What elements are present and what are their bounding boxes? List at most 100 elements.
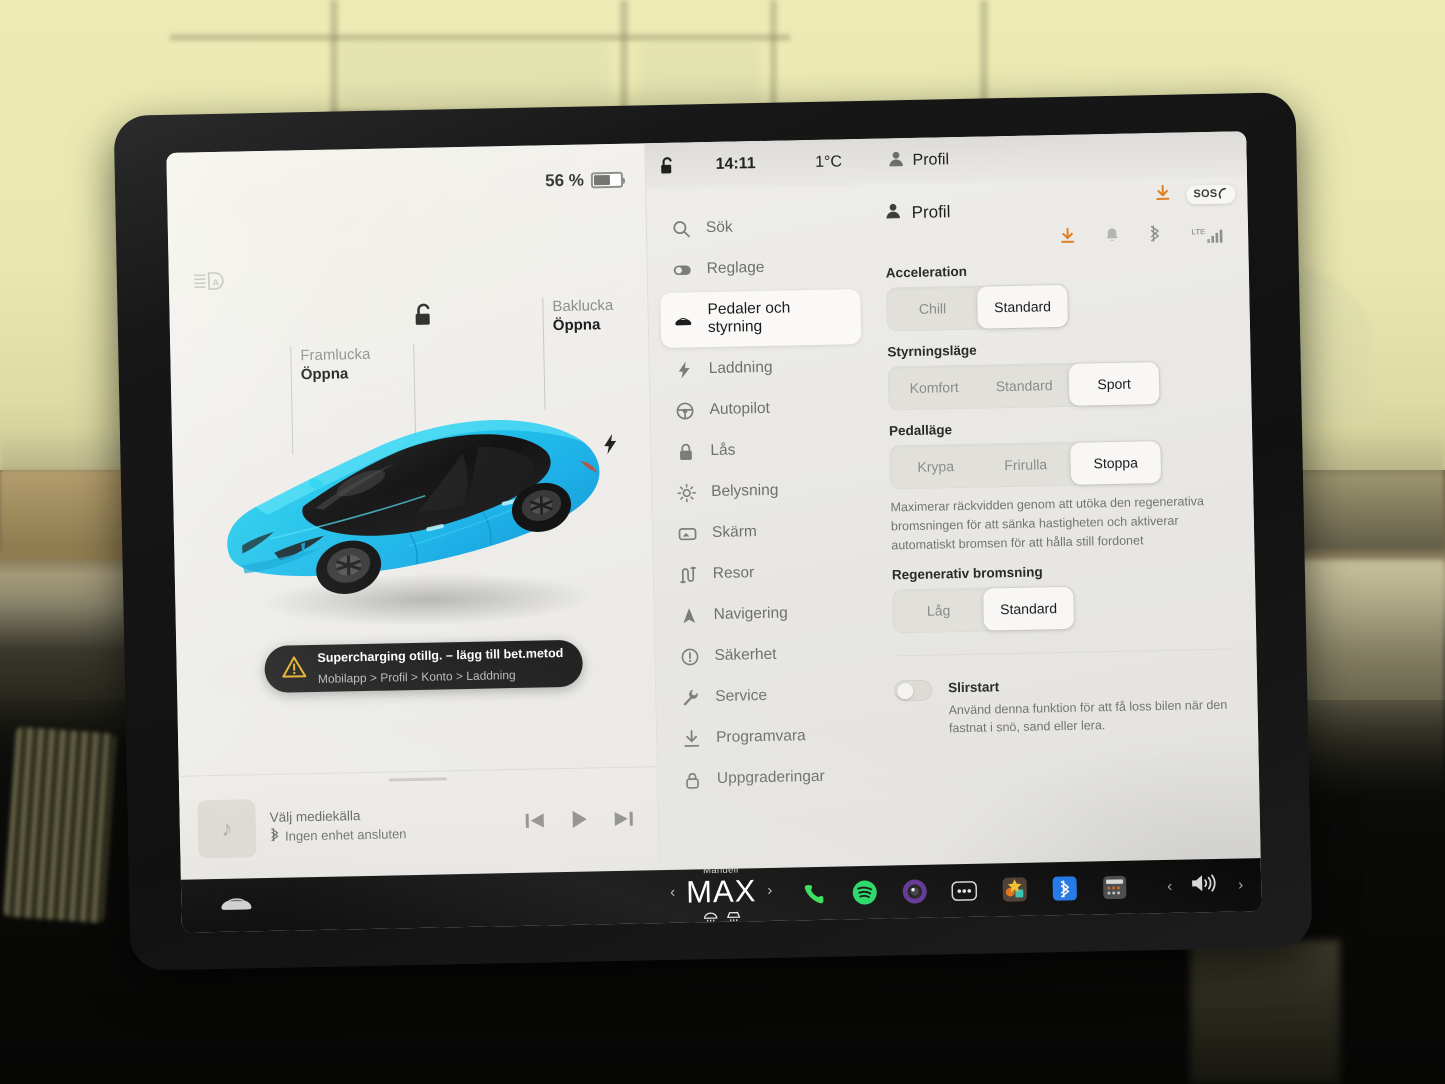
segment-option-låg[interactable]: Låg <box>893 589 984 633</box>
display-icon <box>677 524 697 543</box>
skip-previous-icon[interactable] <box>525 811 545 834</box>
segmented-control-0[interactable]: Chill Standard <box>886 283 1069 332</box>
notification-subtitle: Mobilapp > Profil > Konto > Laddning <box>317 667 516 686</box>
segmented-control-2[interactable]: Krypa Frirulla Stoppa <box>889 439 1163 490</box>
phone-app-icon[interactable] <box>801 880 828 907</box>
segment-option-chill[interactable]: Chill <box>887 287 978 331</box>
software-download-icon[interactable] <box>1060 227 1075 248</box>
segment-option-stoppa[interactable]: Stoppa <box>1070 441 1162 485</box>
toggle-icon <box>672 260 692 279</box>
front-trunk-action: Öppna <box>300 365 349 384</box>
volume-icon[interactable] <box>1190 872 1221 900</box>
sidebar-item-label: Skärm <box>711 523 757 541</box>
more-apps-icon[interactable] <box>951 877 978 904</box>
sidebar-item-label: Programvara <box>715 727 806 746</box>
tesla-touchscreen[interactable]: 56 % A Framlucka Öppna Baklucka Öppna Su… <box>166 131 1262 933</box>
padlock-icon <box>675 442 695 461</box>
climate-temperature[interactable]: MAX <box>686 873 757 909</box>
sidebar-item-resor[interactable]: Resor <box>665 553 866 594</box>
chevron-right-icon[interactable]: › <box>767 882 772 899</box>
connectivity-status-icons: LTE <box>885 224 1227 253</box>
sidebar-item-label: Navigering <box>713 604 788 623</box>
segment-option-frirulla[interactable]: Frirulla <box>980 443 1071 487</box>
sidebar-item-sök[interactable]: Sök <box>659 207 860 248</box>
bluetooth-icon[interactable] <box>1149 225 1161 247</box>
settings-sidebar[interactable]: Sök Reglage Pedaler och styrning Laddning Aut… <box>646 185 882 870</box>
sidebar-item-navigering[interactable]: Navigering <box>666 593 867 634</box>
volume-control[interactable]: ‹ › <box>1167 871 1244 900</box>
sidebar-item-programvara[interactable]: Programvara <box>669 716 870 757</box>
profile-name: Profil <box>912 151 950 169</box>
sidebar-item-skärm[interactable]: Skärm <box>665 512 866 553</box>
unlocked-padlock-icon[interactable] <box>645 156 687 176</box>
sidebar-item-säkerhet[interactable]: Säkerhet <box>667 634 868 675</box>
rear-defrost-icon[interactable] <box>702 909 718 927</box>
segment-option-krypa[interactable]: Krypa <box>890 445 981 489</box>
bluetooth-app-icon[interactable] <box>1051 875 1078 902</box>
media-device-text: Ingen enhet ansluten <box>284 826 407 844</box>
sidebar-item-laddning[interactable]: Laddning <box>661 348 862 389</box>
notification-toast[interactable]: Supercharging otillg. – lägg till bet.me… <box>264 639 584 694</box>
lte-signal-icon: LTE <box>1191 227 1223 244</box>
chevron-left-icon[interactable]: ‹ <box>670 884 675 901</box>
segment-option-komfort[interactable]: Komfort <box>889 366 980 410</box>
climate-control[interactable]: Manuell ‹ MAX › <box>670 864 773 928</box>
sidebar-item-service[interactable]: Service <box>668 675 869 716</box>
car-illustration[interactable] <box>209 382 634 640</box>
settings-sections[interactable]: Acceleration Chill Standard Styrningsläge Ko… <box>886 259 1235 634</box>
media-device-status: Ingen enhet ansluten <box>270 825 407 847</box>
skip-next-icon[interactable] <box>614 809 634 832</box>
sidebar-item-uppgraderingar[interactable]: Uppgraderingar <box>670 757 871 798</box>
sidebar-item-reglage[interactable]: Reglage <box>659 248 860 289</box>
sidebar-item-label: Autopilot <box>709 399 771 418</box>
chevron-right-icon[interactable]: › <box>1238 876 1243 893</box>
battery-status: 56 % <box>545 170 626 192</box>
segmented-control-3[interactable]: Låg Standard <box>892 586 1076 634</box>
warning-triangle-icon <box>281 655 307 683</box>
segment-option-standard[interactable]: Standard <box>979 364 1070 408</box>
charge-bolt-icon <box>604 434 618 460</box>
taskbar-app-icons[interactable]: ‹ › <box>801 871 1261 907</box>
music-note-icon[interactable]: ♪ <box>197 799 257 859</box>
spotify-app-icon[interactable] <box>851 879 878 906</box>
play-icon[interactable] <box>571 810 588 834</box>
sidebar-item-autopilot[interactable]: Autopilot <box>662 389 863 430</box>
rear-trunk-action: Öppna <box>552 316 601 335</box>
media-player-bar[interactable]: ♪ Välj mediekälla Ingen enhet ansluten <box>178 766 659 880</box>
segment-option-standard[interactable]: Standard <box>983 587 1075 631</box>
front-trunk-label[interactable]: Framlucka Öppna <box>300 345 371 385</box>
bell-icon[interactable] <box>1105 226 1119 247</box>
vehicle-visualization-panel[interactable]: 56 % A Framlucka Öppna Baklucka Öppna Su… <box>166 143 659 880</box>
slip-start-toggle[interactable] <box>894 679 933 702</box>
section-help-2: Maximerar räckvidden genom att utöka den… <box>890 494 1205 552</box>
rear-trunk-label[interactable]: Baklucka Öppna <box>552 296 614 336</box>
unlock-icon[interactable] <box>412 303 435 334</box>
settings-panel[interactable]: 14:11 1°C Profil SOS Sök Reglage Pedaler… <box>644 131 1262 871</box>
slip-start-row[interactable]: Slirstart Använd denna funktion för att … <box>894 672 1237 739</box>
bolt-icon <box>674 360 694 379</box>
settings-content[interactable]: Profil LTE Acceleration Chill Standard S… <box>868 177 1262 865</box>
dashcam-app-icon[interactable] <box>901 878 928 905</box>
sheet-grip-handle[interactable] <box>388 777 447 782</box>
sidebar-item-lås[interactable]: Lås <box>663 430 864 471</box>
segmented-control-1[interactable]: Komfort Standard Sport <box>887 361 1161 411</box>
section-label-3: Regenerativ bromsning <box>891 564 1043 583</box>
toybox-app-icon[interactable] <box>1001 876 1028 903</box>
section-label-2: Pedalläge <box>888 422 953 439</box>
sidebar-item-pedaler-och-styrning[interactable]: Pedaler och styrning <box>660 288 862 348</box>
segment-option-standard[interactable]: Standard <box>977 284 1068 329</box>
bluetooth-icon <box>270 827 280 847</box>
section-label-1: Styrningsläge <box>887 342 977 360</box>
sidebar-item-label: Reglage <box>706 259 765 278</box>
front-defrost-icon[interactable] <box>725 909 741 927</box>
sidebar-item-label: Uppgraderingar <box>716 767 825 787</box>
segment-option-sport[interactable]: Sport <box>1068 362 1160 406</box>
theater-app-icon[interactable] <box>1101 874 1128 901</box>
car-icon[interactable] <box>219 892 253 918</box>
section-divider <box>893 648 1236 657</box>
chevron-left-icon[interactable]: ‹ <box>1167 878 1172 895</box>
sidebar-item-label: Sök <box>705 218 733 237</box>
profile-selector[interactable]: Profil <box>873 149 949 173</box>
outside-temperature: 1°C <box>815 153 843 171</box>
sidebar-item-belysning[interactable]: Belysning <box>664 471 865 512</box>
